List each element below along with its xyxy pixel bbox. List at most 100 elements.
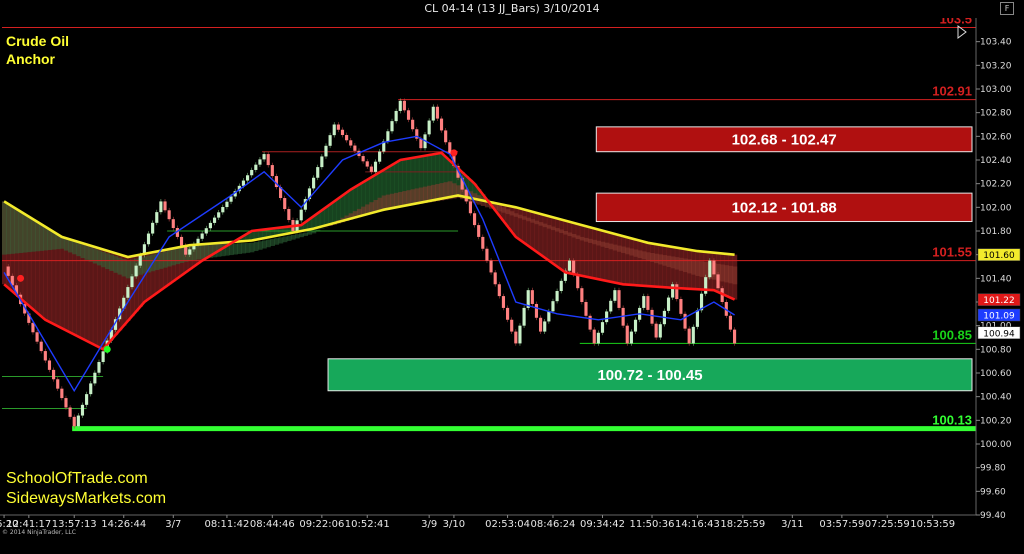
down-bar [52, 369, 56, 380]
down-bar [444, 130, 448, 143]
price-chart[interactable]: 102.68 - 102.47 102.12 - 101.88 100.72 - 1… [0, 18, 1024, 554]
cloud-band-slice [645, 252, 651, 261]
cloud-band-slice [517, 214, 523, 219]
up-bar [695, 310, 699, 327]
cloud-slice [649, 243, 655, 287]
cloud-band-slice [105, 253, 110, 270]
cloud-band-slice [303, 232, 309, 236]
up-bar [146, 233, 151, 245]
x-tick-label: 11:50:36 [630, 519, 675, 530]
down-bar [716, 274, 720, 289]
up-bar [373, 161, 378, 172]
down-bar [56, 379, 60, 389]
cloud-slice [654, 244, 659, 287]
up-bar [217, 212, 221, 218]
signal-dot [17, 274, 25, 282]
cloud-band-slice [579, 236, 585, 241]
up-bar [89, 383, 93, 395]
y-tick-label: 101.80 [980, 227, 1012, 237]
window-title: CL 04-14 (13 JJ_Bars) 3/10/2014 [424, 2, 600, 15]
up-bar [328, 135, 332, 146]
up-bar [642, 296, 646, 308]
site-link-sidewaysmarkets[interactable]: SidewaysMarkets.com [6, 490, 166, 507]
down-bar [580, 288, 584, 302]
cloud-band-slice [666, 255, 672, 267]
cloud-band-slice [509, 211, 515, 216]
cloud-band-slice [588, 238, 593, 243]
cloud-slice [633, 239, 639, 286]
cloud-band-slice [241, 243, 247, 254]
cloud-slice [323, 207, 329, 226]
cloud-band-slice [575, 235, 581, 239]
cloud-band-slice [394, 192, 399, 208]
y-tick-label: 100.00 [980, 440, 1012, 450]
up-bar [138, 254, 142, 266]
up-bar [225, 201, 229, 208]
cloud-band-slice [703, 261, 709, 278]
y-tick-label: 100.40 [980, 393, 1012, 403]
x-tick-label: 08:11:42 [204, 519, 249, 530]
copyright: © 2014 NinjaTrader, LLC [2, 529, 76, 536]
cloud-slice [645, 242, 651, 287]
down-bar [472, 213, 477, 226]
down-bar [650, 309, 654, 324]
y-tick-label: 103.40 [980, 38, 1012, 48]
up-bar [398, 100, 402, 111]
cloud-slice [538, 213, 544, 255]
up-bar [97, 362, 101, 373]
y-tick-label: 103.00 [980, 85, 1012, 95]
up-bar [200, 233, 204, 239]
cloud-band-slice [39, 224, 44, 251]
up-bar [431, 106, 435, 121]
down-bar [625, 325, 629, 344]
cloud-band-slice [497, 205, 502, 212]
chart-settings-button[interactable]: F [1000, 2, 1014, 15]
cloud-slice [596, 229, 602, 280]
down-bar [510, 319, 514, 332]
up-bar [633, 319, 638, 332]
down-bar [68, 407, 72, 417]
cloud-band-slice [262, 240, 267, 249]
up-bar [250, 169, 254, 176]
cloud-band-slice [530, 219, 535, 223]
up-bar [567, 260, 572, 271]
y-tick-label: 99.40 [980, 511, 1006, 521]
down-bar [72, 416, 76, 427]
down-bar [534, 303, 539, 318]
up-bar [204, 228, 208, 234]
down-bar [171, 219, 175, 229]
down-bar [270, 165, 274, 177]
cloud-band-slice [629, 248, 635, 256]
down-bar [406, 110, 411, 120]
up-bar [254, 164, 258, 170]
down-bar [712, 260, 716, 275]
y-tick-label: 102.20 [980, 180, 1012, 190]
up-bar [76, 415, 80, 427]
up-bar [80, 404, 85, 416]
cloud-slice [534, 212, 540, 252]
down-bar [501, 296, 506, 308]
signal-dot [450, 149, 458, 157]
cloud-slice [526, 210, 531, 246]
up-bar [208, 222, 212, 229]
x-tick-label: 10:53:59 [910, 519, 955, 530]
down-bar [654, 323, 658, 338]
cloud-band-slice [724, 265, 729, 283]
down-bar [6, 266, 10, 276]
cloud-band-slice [195, 244, 201, 260]
y-tick-label: 100.60 [980, 369, 1012, 379]
site-link-schooloftrade[interactable]: SchoolOfTrade.com [6, 470, 148, 487]
cloud-band-slice [266, 239, 271, 248]
up-bar [245, 175, 250, 181]
y-tick-label: 100.80 [980, 345, 1012, 355]
cloud-band-slice [121, 259, 127, 277]
down-bar [584, 302, 588, 316]
up-bar [151, 222, 155, 234]
cloud-band-slice [96, 250, 102, 266]
cloud-band-slice [625, 247, 630, 255]
down-bar [353, 145, 357, 151]
cloud-band-slice [398, 191, 403, 208]
cloud-band-slice [534, 220, 540, 225]
down-bar [287, 209, 291, 221]
cloud-band-slice [290, 234, 296, 240]
